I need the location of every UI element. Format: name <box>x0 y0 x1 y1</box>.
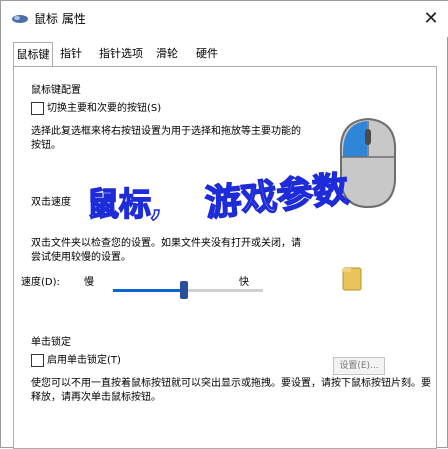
mouse-app-icon <box>12 15 28 23</box>
section-title-button-config: 鼠标键配置 <box>31 85 81 96</box>
promo-banner: 鼠标, 游戏参数 <box>86 167 387 231</box>
click-lock-checkbox-row[interactable]: 启用单击锁定(T) <box>31 353 231 369</box>
mouse-properties-window: 鼠标 属性 ✕ 鼠标键 指针 指针选项 滑轮 硬件 鼠标键配置 切换主要和次要的… <box>0 0 448 449</box>
speed-label: 速度(D): <box>21 277 60 288</box>
switch-buttons-checkbox[interactable] <box>31 102 44 115</box>
tab-label: 指针选项 <box>99 47 143 60</box>
tab-pointers[interactable]: 指针 <box>53 42 89 66</box>
section-title-click-lock: 单击锁定 <box>31 337 71 348</box>
click-lock-settings-button[interactable]: 设置(E)... <box>333 357 385 375</box>
window-title: 鼠标 属性 <box>34 12 86 26</box>
test-folder-icon[interactable] <box>341 264 363 294</box>
tab-hardware[interactable]: 硬件 <box>189 42 225 66</box>
tab-label: 鼠标键 <box>16 48 50 61</box>
close-icon: ✕ <box>423 8 439 29</box>
tab-pointer-options[interactable]: 指针选项 <box>93 42 149 66</box>
banner-text-left: 鼠标, <box>86 184 163 224</box>
switch-buttons-label: 切换主要和次要的按钮(S) <box>47 103 162 114</box>
tab-label: 指针 <box>60 47 82 60</box>
slow-label: 慢 <box>84 277 94 288</box>
tab-wheel[interactable]: 滑轮 <box>149 42 185 66</box>
switch-buttons-description: 选择此复选框来将右按钮设置为用于选择和拖放等主要功能的按钮。 <box>31 126 301 151</box>
double-click-description: 双击文件夹以检查您的设置。如果文件夹没有打开或关闭，请尝试使用较慢的设置。 <box>31 238 301 263</box>
tab-bar: 鼠标键 指针 指针选项 滑轮 硬件 <box>13 42 437 66</box>
tab-buttons[interactable]: 鼠标键 <box>13 42 53 66</box>
section-title-double-click: 双击速度 <box>31 197 71 208</box>
banner-text-right: 游戏参数 <box>202 167 351 225</box>
tab-label: 硬件 <box>196 47 218 60</box>
fast-label: 快 <box>239 277 249 288</box>
slider-thumb[interactable] <box>179 281 188 299</box>
close-button[interactable]: ✕ <box>419 7 443 31</box>
switch-buttons-checkbox-row[interactable]: 切换主要和次要的按钮(S) <box>31 101 291 117</box>
slider-fill <box>113 289 184 292</box>
click-lock-label: 启用单击锁定(T) <box>47 355 121 366</box>
click-lock-description: 使您可以不用一直按着鼠标按钮就可以突出显示或拖拽。要设置，请按下鼠标按钮片刻。要… <box>31 378 431 403</box>
click-lock-checkbox[interactable] <box>31 354 44 367</box>
double-click-speed-slider[interactable] <box>113 281 263 299</box>
tab-label: 滑轮 <box>156 47 178 60</box>
title-bar: 鼠标 属性 ✕ <box>1 1 448 37</box>
